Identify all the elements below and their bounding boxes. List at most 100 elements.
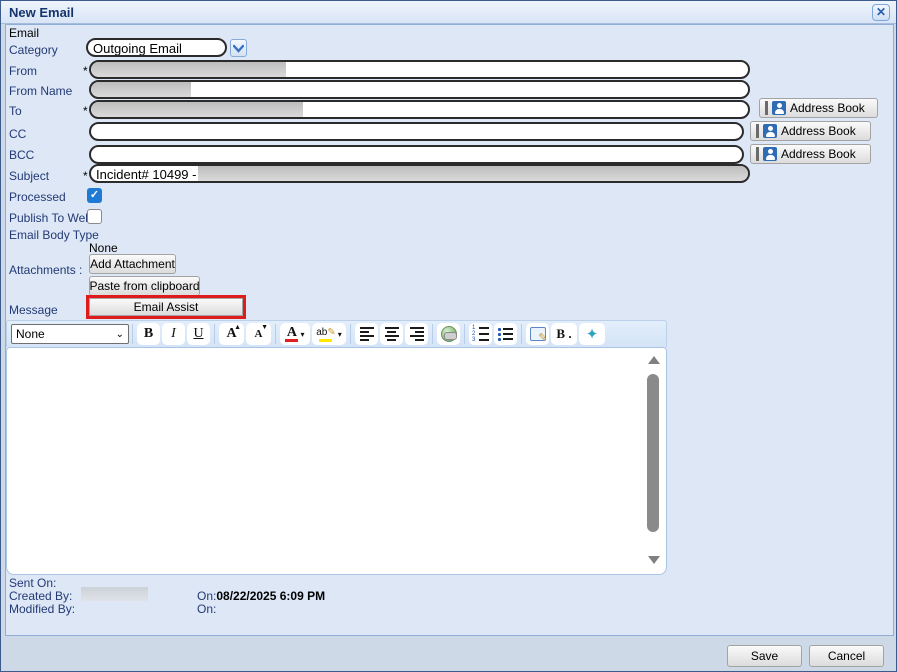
from-label: From	[9, 64, 37, 78]
align-left-icon	[360, 327, 374, 341]
category-field[interactable]: Outgoing Email	[86, 38, 227, 57]
bullet-list-icon	[498, 328, 513, 341]
pencil-icon: ✎	[327, 327, 335, 338]
toolbar-divider	[432, 324, 433, 344]
chevron-down-icon: ⌄	[116, 329, 124, 340]
bullet-list-button[interactable]	[494, 323, 517, 345]
scroll-down-icon[interactable]	[648, 556, 660, 564]
image-pencil-icon	[530, 327, 546, 341]
dialog-title: New Email	[9, 5, 74, 20]
highlight-glyph: ab✎	[316, 327, 336, 338]
close-icon[interactable]: ✕	[872, 4, 890, 21]
font-color-button[interactable]: A ▾	[280, 323, 310, 345]
subject-required-marker: *	[83, 169, 88, 183]
scrollbar-thumb[interactable]	[647, 374, 659, 532]
shrink-font-button[interactable]: A ▼	[246, 323, 271, 345]
cc-label: CC	[9, 127, 26, 141]
address-book-divider	[756, 147, 759, 161]
add-attachment-button[interactable]: Add Attachment	[89, 254, 176, 274]
created-on-label: On:	[197, 589, 216, 603]
to-address-book-button[interactable]: Address Book	[759, 98, 878, 118]
caret-up-icon: ▲	[234, 324, 241, 331]
bcc-field[interactable]	[89, 145, 744, 164]
subject-value: Incident# 10499 -	[96, 167, 196, 182]
bold-dot-button[interactable]: B .	[551, 323, 577, 345]
category-label: Category	[9, 43, 58, 57]
sparkle-icon: ✦	[586, 325, 599, 343]
align-right-button[interactable]	[405, 323, 428, 345]
editor-scrollbar	[646, 352, 661, 568]
cc-address-book-button[interactable]: Address Book	[750, 121, 871, 141]
address-book-person-icon	[763, 147, 777, 161]
from-field[interactable]	[89, 60, 750, 79]
subject-redacted-value	[198, 166, 748, 181]
address-book-label: Address Book	[781, 147, 856, 161]
cc-field[interactable]	[89, 122, 744, 141]
email-assist-button[interactable]: Email Assist	[89, 298, 243, 316]
ai-sparkle-button[interactable]: ✦	[579, 323, 605, 345]
underline-button[interactable]: U	[187, 323, 210, 345]
from-name-label: From Name	[9, 84, 72, 98]
toolbar-divider	[132, 324, 133, 344]
to-label: To	[9, 104, 22, 118]
to-field[interactable]	[89, 100, 750, 119]
numbered-list-button[interactable]: 1 2 3	[469, 323, 492, 345]
email-body-type-value: None	[89, 241, 118, 255]
scroll-up-icon[interactable]	[648, 356, 660, 364]
email-assist-highlight-annotation: Email Assist	[86, 295, 246, 319]
to-required-marker: *	[83, 104, 88, 118]
message-body-editor[interactable]	[6, 347, 667, 575]
from-redacted-value	[91, 62, 286, 77]
grow-font-button[interactable]: A ▲	[219, 323, 244, 345]
insert-image-button[interactable]	[526, 323, 549, 345]
toolbar-divider	[464, 324, 465, 344]
address-book-label: Address Book	[790, 101, 865, 115]
from-name-field[interactable]	[89, 80, 750, 99]
bold-button[interactable]: B	[137, 323, 160, 345]
toolbar-divider	[350, 324, 351, 344]
category-value: Outgoing Email	[93, 41, 182, 56]
address-book-person-icon	[763, 124, 777, 138]
bcc-address-book-button[interactable]: Address Book	[750, 144, 871, 164]
message-label: Message	[9, 303, 58, 317]
address-book-label: Address Book	[781, 124, 856, 138]
save-button[interactable]: Save	[727, 645, 802, 667]
new-email-dialog: New Email ✕ Email Category Outgoing Emai…	[0, 0, 897, 672]
align-left-button[interactable]	[355, 323, 378, 345]
style-select-value: None	[16, 327, 45, 341]
dialog-titlebar: New Email ✕	[1, 1, 896, 24]
paste-from-clipboard-button[interactable]: Paste from clipboard	[89, 276, 200, 296]
section-label-email: Email	[9, 26, 39, 40]
cancel-button[interactable]: Cancel	[809, 645, 884, 667]
created-on-row: On:08/22/2025 6:09 PM	[197, 589, 325, 603]
toolbar-divider	[214, 324, 215, 344]
from-name-redacted-value	[91, 82, 191, 97]
category-dropdown-icon[interactable]	[230, 39, 247, 57]
globe-link-icon	[441, 326, 457, 342]
address-book-person-icon	[772, 101, 786, 115]
align-center-button[interactable]	[380, 323, 403, 345]
created-on-value: 08/22/2025 6:09 PM	[216, 589, 325, 603]
italic-button[interactable]: I	[162, 323, 185, 345]
editor-toolbar: None ⌄ B I U A ▲ A ▼ A ▾ ab✎	[6, 320, 667, 347]
attachments-label: Attachments :	[9, 263, 82, 277]
toolbar-divider	[521, 324, 522, 344]
address-book-divider	[756, 124, 759, 138]
numbered-list-icon: 1 2 3	[472, 326, 489, 342]
to-redacted-value	[91, 102, 303, 117]
email-body-type-label: Email Body Type	[9, 228, 99, 242]
insert-link-button[interactable]	[437, 323, 460, 345]
processed-label: Processed	[9, 190, 66, 204]
subject-label: Subject	[9, 169, 49, 183]
font-color-bar	[285, 339, 298, 342]
align-right-icon	[410, 327, 424, 341]
toolbar-divider	[275, 324, 276, 344]
style-select[interactable]: None ⌄	[11, 324, 129, 344]
font-color-glyph: A	[287, 327, 297, 338]
bcc-label: BCC	[9, 148, 34, 162]
processed-checkbox[interactable]: ✓	[87, 188, 102, 203]
align-center-icon	[385, 327, 399, 341]
highlight-color-button[interactable]: ab✎ ▾	[312, 323, 346, 345]
publish-to-web-checkbox[interactable]	[87, 209, 102, 224]
subject-field[interactable]: Incident# 10499 -	[89, 164, 750, 183]
